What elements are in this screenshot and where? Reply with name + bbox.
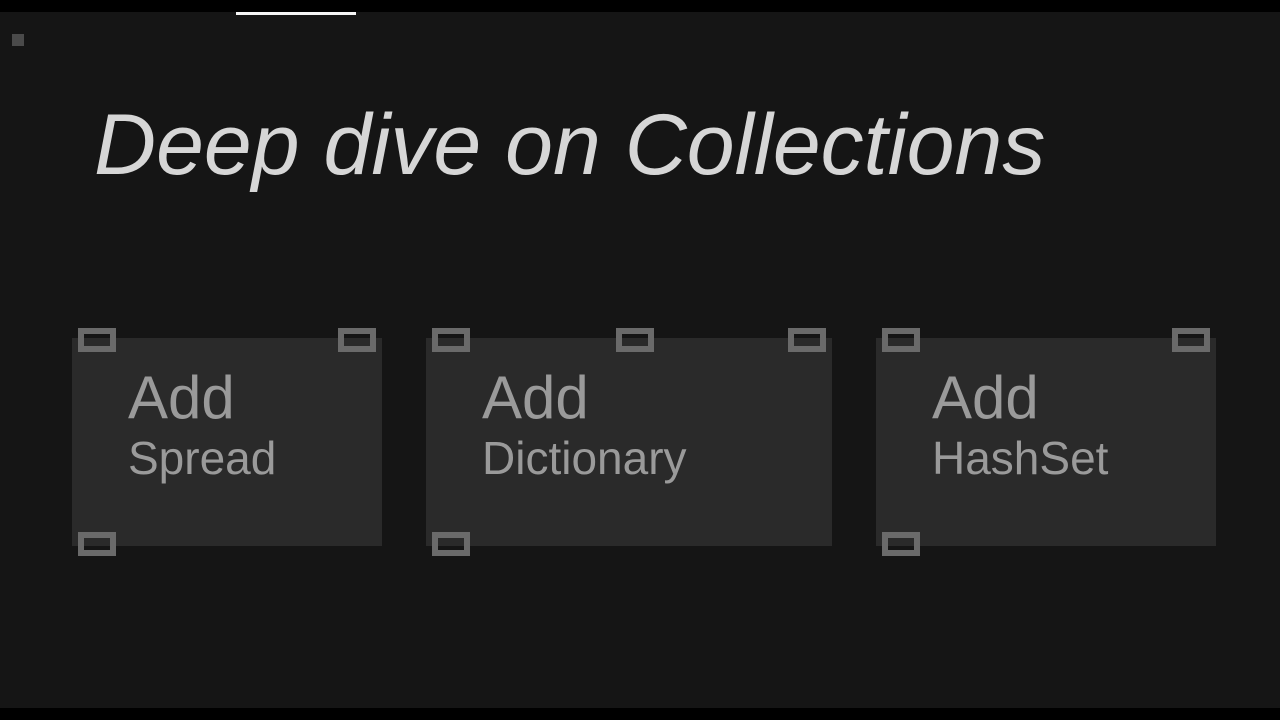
port-icon[interactable]	[338, 328, 376, 352]
node-title: Add	[932, 368, 1216, 428]
port-icon[interactable]	[616, 328, 654, 352]
port-icon[interactable]	[882, 328, 920, 352]
node-add-dictionary[interactable]: Add Dictionary	[426, 338, 832, 546]
port-icon[interactable]	[78, 328, 116, 352]
node-add-spread[interactable]: Add Spread	[72, 338, 382, 546]
node-title: Add	[482, 368, 832, 428]
node-row: Add Spread Add Dictionary Add HashSet	[72, 338, 1216, 546]
port-icon[interactable]	[882, 532, 920, 556]
page-title: Deep dive on Collections	[94, 96, 1045, 195]
port-icon[interactable]	[432, 328, 470, 352]
patch-canvas[interactable]: Deep dive on Collections Add Spread Add …	[0, 12, 1280, 708]
node-title: Add	[128, 368, 382, 428]
node-subtitle: Spread	[128, 434, 382, 482]
tab-indicator	[236, 12, 356, 15]
node-subtitle: Dictionary	[482, 434, 832, 482]
port-icon[interactable]	[1172, 328, 1210, 352]
node-add-hashset[interactable]: Add HashSet	[876, 338, 1216, 546]
port-icon[interactable]	[78, 532, 116, 556]
node-subtitle: HashSet	[932, 434, 1216, 482]
port-icon[interactable]	[788, 328, 826, 352]
letterbox-top	[0, 0, 1280, 12]
port-icon[interactable]	[432, 532, 470, 556]
letterbox-bottom	[0, 708, 1280, 720]
canvas-origin-marker	[12, 34, 24, 46]
